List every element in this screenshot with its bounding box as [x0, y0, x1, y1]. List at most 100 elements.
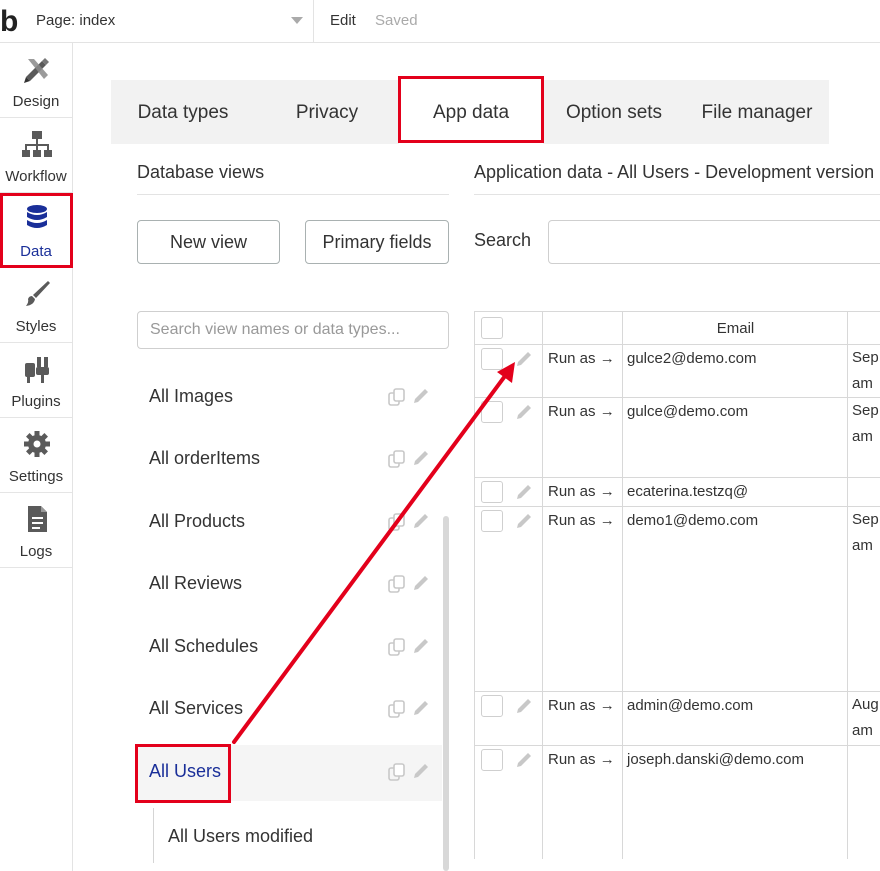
pencil-icon[interactable] [514, 402, 534, 422]
chevron-down-icon [291, 17, 303, 24]
row-checkbox[interactable] [481, 348, 503, 370]
sidebar-item-settings[interactable]: Settings [0, 418, 72, 493]
email-cell: ecaterina.testzq@ [627, 483, 749, 500]
sidebar-item-label: Logs [19, 543, 53, 560]
row-divider [475, 344, 880, 345]
view-name: All Products [149, 511, 246, 531]
row-divider [475, 506, 880, 507]
pencil-icon[interactable] [411, 511, 431, 531]
bubble-logo[interactable]: b [0, 4, 26, 40]
search-input[interactable] [548, 220, 880, 264]
pencil-icon[interactable] [411, 761, 431, 781]
row-divider [475, 745, 880, 746]
pencil-icon[interactable] [411, 386, 431, 406]
pencil-icon[interactable] [411, 573, 431, 593]
pencil-icon[interactable] [514, 511, 534, 531]
column-divider [622, 312, 623, 859]
pencil-icon[interactable] [411, 448, 431, 468]
document-icon [28, 506, 47, 532]
sidebar-item-plugins[interactable]: Plugins [0, 343, 72, 418]
gear-icon [24, 431, 50, 457]
sidebar-item-workflow[interactable]: Workflow [0, 118, 72, 193]
view-search-input[interactable]: Search view names or data types... [137, 311, 449, 349]
new-view-button[interactable]: New view [137, 220, 280, 264]
pencil-icon[interactable] [411, 698, 431, 718]
row-checkbox[interactable] [481, 481, 503, 503]
duplicate-icon[interactable] [387, 449, 407, 469]
date-cell: Sep am [852, 345, 879, 397]
plug-icon [25, 357, 49, 383]
top-bar: b Page: index Edit Saved [0, 0, 880, 43]
duplicate-icon[interactable] [387, 699, 407, 719]
select-all-checkbox[interactable] [481, 317, 503, 339]
view-item-all-products[interactable]: All Products [137, 495, 442, 551]
duplicate-icon[interactable] [387, 574, 407, 594]
date-line: am [852, 428, 873, 445]
pencil-icon[interactable] [411, 636, 431, 656]
pencil-icon[interactable] [514, 482, 534, 502]
view-name: All Reviews [149, 573, 243, 593]
tab-option-sets[interactable]: Option sets [543, 80, 685, 144]
email-cell: demo1@demo.com [627, 512, 759, 529]
sidebar-item-logs[interactable]: Logs [0, 493, 72, 568]
pencil-icon[interactable] [514, 696, 534, 716]
database-views-title: Database views [137, 162, 265, 182]
sidebar-item-label: Plugins [11, 393, 61, 410]
data-tabs: Data types Privacy App data Option sets … [111, 80, 829, 144]
view-item-all-services[interactable]: All Services [137, 682, 442, 738]
view-name: All Images [149, 386, 234, 406]
run-as-link[interactable]: Run as → [548, 697, 615, 714]
row-checkbox[interactable] [481, 401, 503, 423]
sidebar-item-design[interactable]: Design [0, 43, 72, 118]
run-as-link[interactable]: Run as → [548, 751, 615, 768]
pencil-icon[interactable] [514, 349, 534, 369]
views-scrollbar[interactable] [443, 516, 449, 871]
edit-menu[interactable]: Edit [330, 12, 356, 29]
sidebar-item-data[interactable]: Data [0, 193, 72, 268]
date-line: am [852, 375, 873, 392]
row-checkbox[interactable] [481, 510, 503, 532]
database-icon [27, 205, 47, 228]
sidebar-item-label: Design [12, 93, 60, 110]
date-cell: Sep am [852, 507, 879, 559]
sidebar-item-label: Workflow [5, 168, 67, 185]
duplicate-icon[interactable] [387, 512, 407, 532]
duplicate-icon[interactable] [387, 387, 407, 407]
view-item-all-users[interactable]: All Users [137, 745, 442, 801]
tab-data-types[interactable]: Data types [111, 80, 255, 144]
primary-fields-button[interactable]: Primary fields [305, 220, 449, 264]
view-item-all-schedules[interactable]: All Schedules [137, 620, 442, 676]
page-selector[interactable]: Page: index [28, 0, 314, 43]
sidebar-item-label: Styles [15, 318, 57, 335]
tab-file-manager[interactable]: File manager [685, 80, 829, 144]
date-line: Sep [852, 402, 879, 419]
sidebar-item-label: Settings [8, 468, 64, 485]
date-cell: Sep am [852, 398, 879, 450]
view-item-all-users-modified[interactable]: All Users modified [153, 808, 443, 863]
run-as-link[interactable]: Run as → [548, 350, 615, 367]
run-as-link[interactable]: Run as → [548, 483, 615, 500]
row-checkbox[interactable] [481, 749, 503, 771]
duplicate-icon[interactable] [387, 762, 407, 782]
tab-privacy[interactable]: Privacy [255, 80, 399, 144]
divider [137, 194, 449, 195]
left-sidebar: Design Workflow Data Styles Plugins Sett… [0, 43, 73, 871]
date-line: Sep [852, 349, 879, 366]
view-item-all-reviews[interactable]: All Reviews [137, 557, 442, 613]
brush-icon [26, 281, 50, 306]
pencil-icon[interactable] [514, 750, 534, 770]
email-column-header[interactable]: Email [623, 320, 848, 337]
page-selector-label: Page: index [36, 12, 116, 29]
run-as-link[interactable]: Run as → [548, 512, 615, 529]
view-item-all-images[interactable]: All Images [137, 370, 442, 426]
tab-app-data[interactable]: App data [399, 80, 543, 144]
duplicate-icon[interactable] [387, 637, 407, 657]
save-status: Saved [375, 12, 418, 29]
view-item-all-orderitems[interactable]: All orderItems [137, 432, 442, 488]
row-checkbox[interactable] [481, 695, 503, 717]
view-name: All Schedules [149, 636, 259, 656]
sidebar-item-label: Data [20, 243, 52, 260]
run-as-link[interactable]: Run as → [548, 403, 615, 420]
view-name: All orderItems [149, 448, 261, 468]
sidebar-item-styles[interactable]: Styles [0, 268, 72, 343]
